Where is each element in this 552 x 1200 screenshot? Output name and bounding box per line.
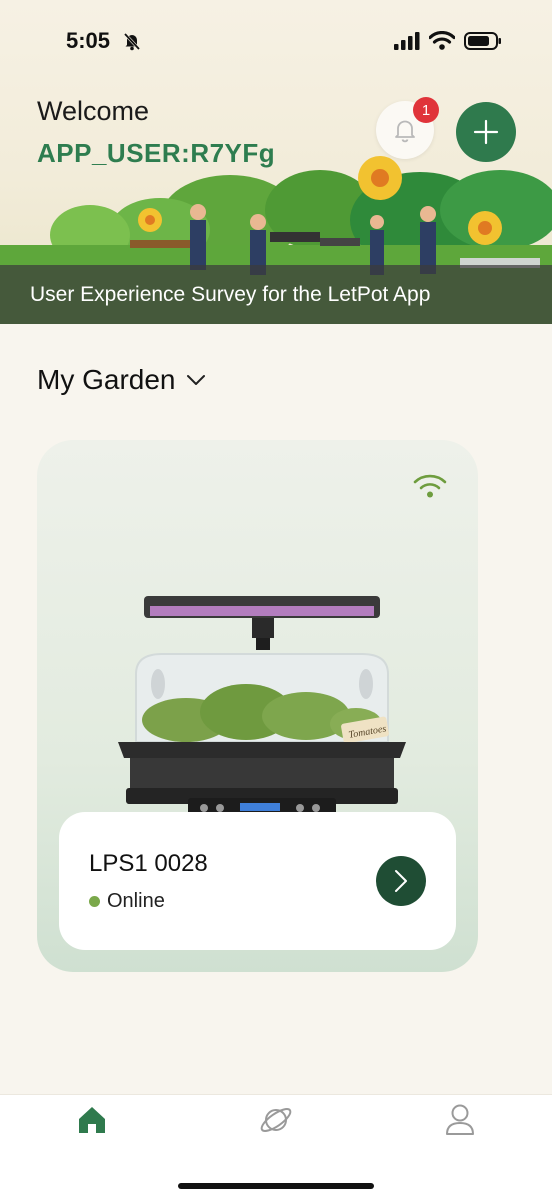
header-hero: 5:05 Welcome APP_USER:R7YFg 1 User Exper… [0, 0, 552, 324]
status-bar: 5:05 [0, 0, 552, 84]
garden-selector[interactable]: My Garden [37, 364, 206, 396]
user-icon [446, 1104, 474, 1135]
planet-icon [260, 1108, 292, 1132]
add-device-button[interactable] [456, 102, 516, 162]
chevron-right-icon [395, 870, 407, 892]
garden-title: My Garden [37, 364, 176, 395]
wifi-status-icon [429, 31, 455, 50]
device-name: LPS1 0028 [89, 850, 208, 877]
notification-badge: 1 [413, 97, 439, 123]
home-indicator [178, 1183, 374, 1189]
chevron-down-icon [186, 375, 205, 385]
tab-profile[interactable] [442, 1102, 478, 1138]
open-device-button[interactable] [376, 856, 426, 906]
tab-home[interactable] [74, 1102, 110, 1138]
tab-explore[interactable] [258, 1102, 294, 1138]
wifi-connected-icon [413, 474, 447, 498]
silent-mode-icon [123, 32, 141, 51]
cellular-signal-icon [394, 31, 420, 50]
online-status-dot [89, 896, 100, 907]
plus-icon [473, 119, 499, 145]
battery-icon [464, 31, 501, 50]
status-time: 5:05 [66, 28, 111, 53]
username: APP_USER:R7YFg [37, 138, 276, 168]
device-status: Online [107, 890, 165, 912]
home-icon [79, 1107, 105, 1133]
welcome-label: Welcome [37, 96, 150, 126]
survey-banner-text[interactable]: User Experience Survey for the LetPot Ap… [30, 283, 430, 307]
device-image: Tomatoes [118, 596, 406, 830]
bell-icon [395, 120, 415, 143]
